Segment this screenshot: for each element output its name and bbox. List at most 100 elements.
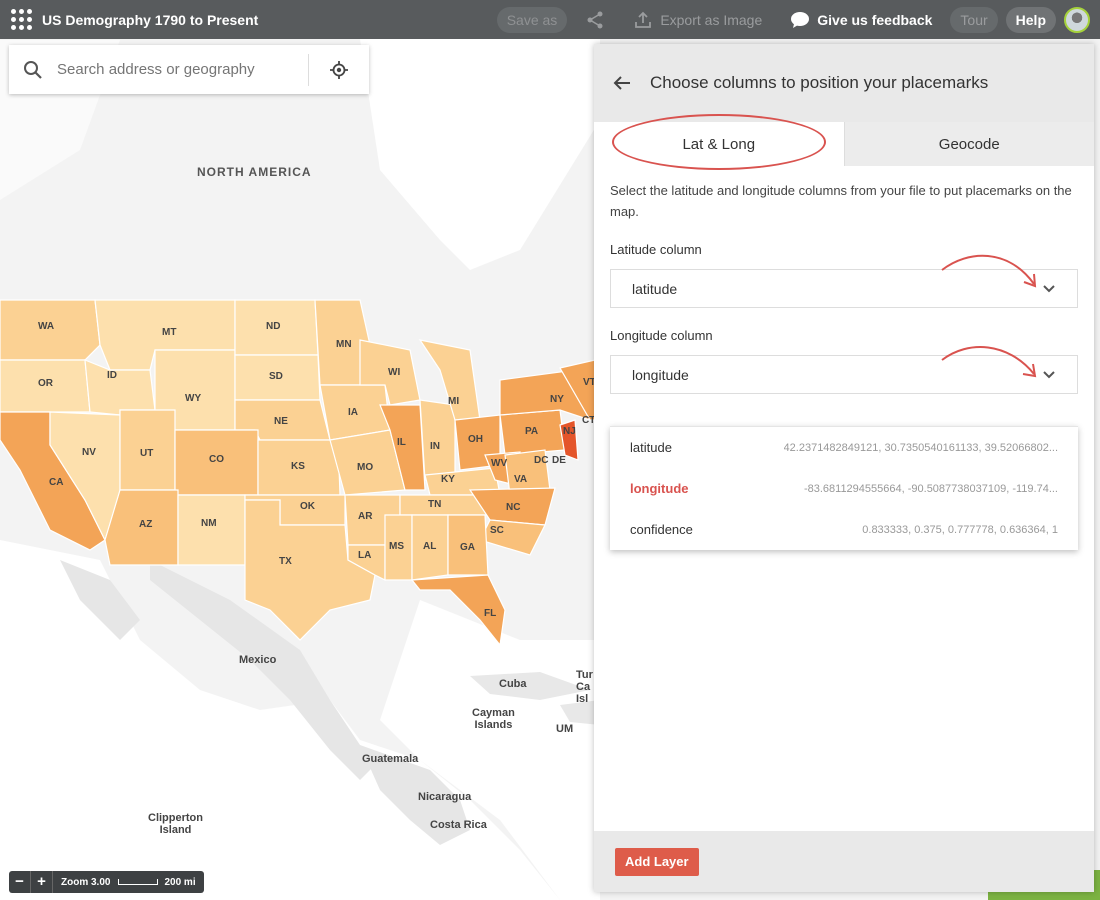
tab-label: Geocode [938,135,1000,153]
app-title: US Demography 1790 to Present [42,11,259,28]
scale-bar [118,879,159,885]
state-label: DE [552,455,566,466]
panel-footer: Add Layer [594,831,1094,892]
search-box [9,45,369,94]
annotation-arrow-icon [941,254,1037,288]
option-name: confidence [630,522,693,537]
state-label: SD [269,371,283,382]
crosshair-icon [330,60,348,79]
state-label: IA [348,407,358,418]
option-sample: -83.6811294555664, -90.5087738037109, -1… [803,482,1058,495]
tour-button[interactable]: Tour [950,6,998,33]
label-turks-caicos: Tur Ca Isl [576,669,593,705]
state-label: LA [358,550,372,561]
speech-bubble-icon [791,11,810,28]
state-label: NV [82,447,96,458]
feedback-label: Give us feedback [817,11,933,28]
label-mexico: Mexico [239,654,277,666]
state-label: IL [397,437,406,448]
column-dropdown: latitude 42.2371482849121, 30.7350540161… [610,426,1078,550]
description: Select the latitude and longitude column… [610,183,1072,219]
state-label: VA [514,474,528,485]
zoom-in-button[interactable]: + [31,871,53,893]
label-nicaragua: Nicaragua [418,791,472,803]
upload-icon [635,11,652,28]
search-input[interactable] [57,45,308,94]
panel-header: Choose columns to position your placemar… [594,44,1094,122]
state-label: WY [185,393,202,404]
option-sample: 42.2371482849121, 30.7350540161133, 39.5… [783,441,1058,454]
export-image-button[interactable]: Export as Image [623,7,772,33]
label-north-america: NORTH AMERICA [197,165,312,179]
state-label: NC [506,502,521,513]
zoom-control: − + Zoom 3.00 200 mi [9,871,204,893]
help-button[interactable]: Help [1005,6,1056,33]
state-label: MT [162,327,177,338]
state-label: OR [38,378,53,389]
tab-geocode[interactable]: Geocode [843,122,1094,166]
panel-title: Choose columns to position your placemar… [650,73,989,92]
user-avatar[interactable] [1064,6,1090,33]
latitude-value: latitude [632,280,678,297]
tab-label: Lat & Long [682,135,756,153]
tab-bar: Lat & Long Geocode [594,114,1094,170]
search-icon[interactable] [9,60,57,80]
state-label: SC [490,525,504,536]
feedback-button[interactable]: Give us feedback [780,7,942,33]
state-label: MS [389,541,404,552]
placemark-panel: Choose columns to position your placemar… [594,44,1094,892]
label-um: UM [556,723,574,735]
state-label: KY [441,474,455,485]
state-label: CA [49,477,64,488]
state-label: AL [423,541,437,552]
state-label: MI [448,396,460,407]
state-label: NY [550,394,564,405]
state-label: OH [468,434,483,445]
state-label: CO [209,454,224,465]
longitude-value: longitude [632,366,689,383]
state-label: MN [336,339,352,350]
state-label: NJ [563,426,576,437]
label-costa-rica: Costa Rica [430,819,487,831]
label-clipperton-island: Clipperton Island [148,812,203,836]
apps-grid-icon[interactable] [10,9,32,31]
share-icon [587,11,603,28]
label-cuba: Cuba [499,678,527,690]
locate-me-button[interactable] [309,60,369,80]
state-label: TN [428,499,442,510]
zoom-out-button[interactable]: − [9,871,31,893]
back-button[interactable] [594,75,650,91]
state-label: UT [140,448,154,459]
state-label: KS [291,461,305,472]
state-label: NM [201,518,217,529]
save-as-button[interactable]: Save as [496,6,568,33]
dropdown-option-confidence[interactable]: confidence 0.833333, 0.375, 0.777778, 0.… [610,509,1078,550]
state-label: PA [525,426,539,437]
state-label: ID [107,370,117,381]
arrow-left-icon [613,76,630,90]
option-name: longitude [630,481,689,496]
state-label: MO [357,462,374,473]
option-name: latitude [630,440,672,455]
label-guatemala: Guatemala [362,753,419,765]
state-label: OK [300,501,315,512]
add-layer-button[interactable]: Add Layer [615,847,699,876]
state-label: ND [266,321,281,332]
annotation-arrow-icon [941,346,1037,378]
state-label: TX [279,556,292,567]
state-label: IN [430,441,440,452]
top-bar: US Demography 1790 to Present Save as Ex… [0,0,1100,39]
state-label: FL [484,608,497,619]
share-button[interactable] [575,7,615,33]
state-label: NE [274,416,288,427]
state-label: GA [460,542,475,553]
dropdown-option-latitude[interactable]: latitude 42.2371482849121, 30.7350540161… [610,427,1078,468]
state-label: DC [534,455,549,466]
export-label: Export as Image [660,11,763,28]
tab-lat-long[interactable]: Lat & Long [594,114,844,170]
state-label: WV [491,458,508,469]
state-label: WI [388,367,401,378]
scale-label: 200 mi [164,876,196,888]
dropdown-option-longitude[interactable]: longitude -83.6811294555664, -90.5087738… [610,468,1078,509]
state-label: WA [38,321,55,332]
